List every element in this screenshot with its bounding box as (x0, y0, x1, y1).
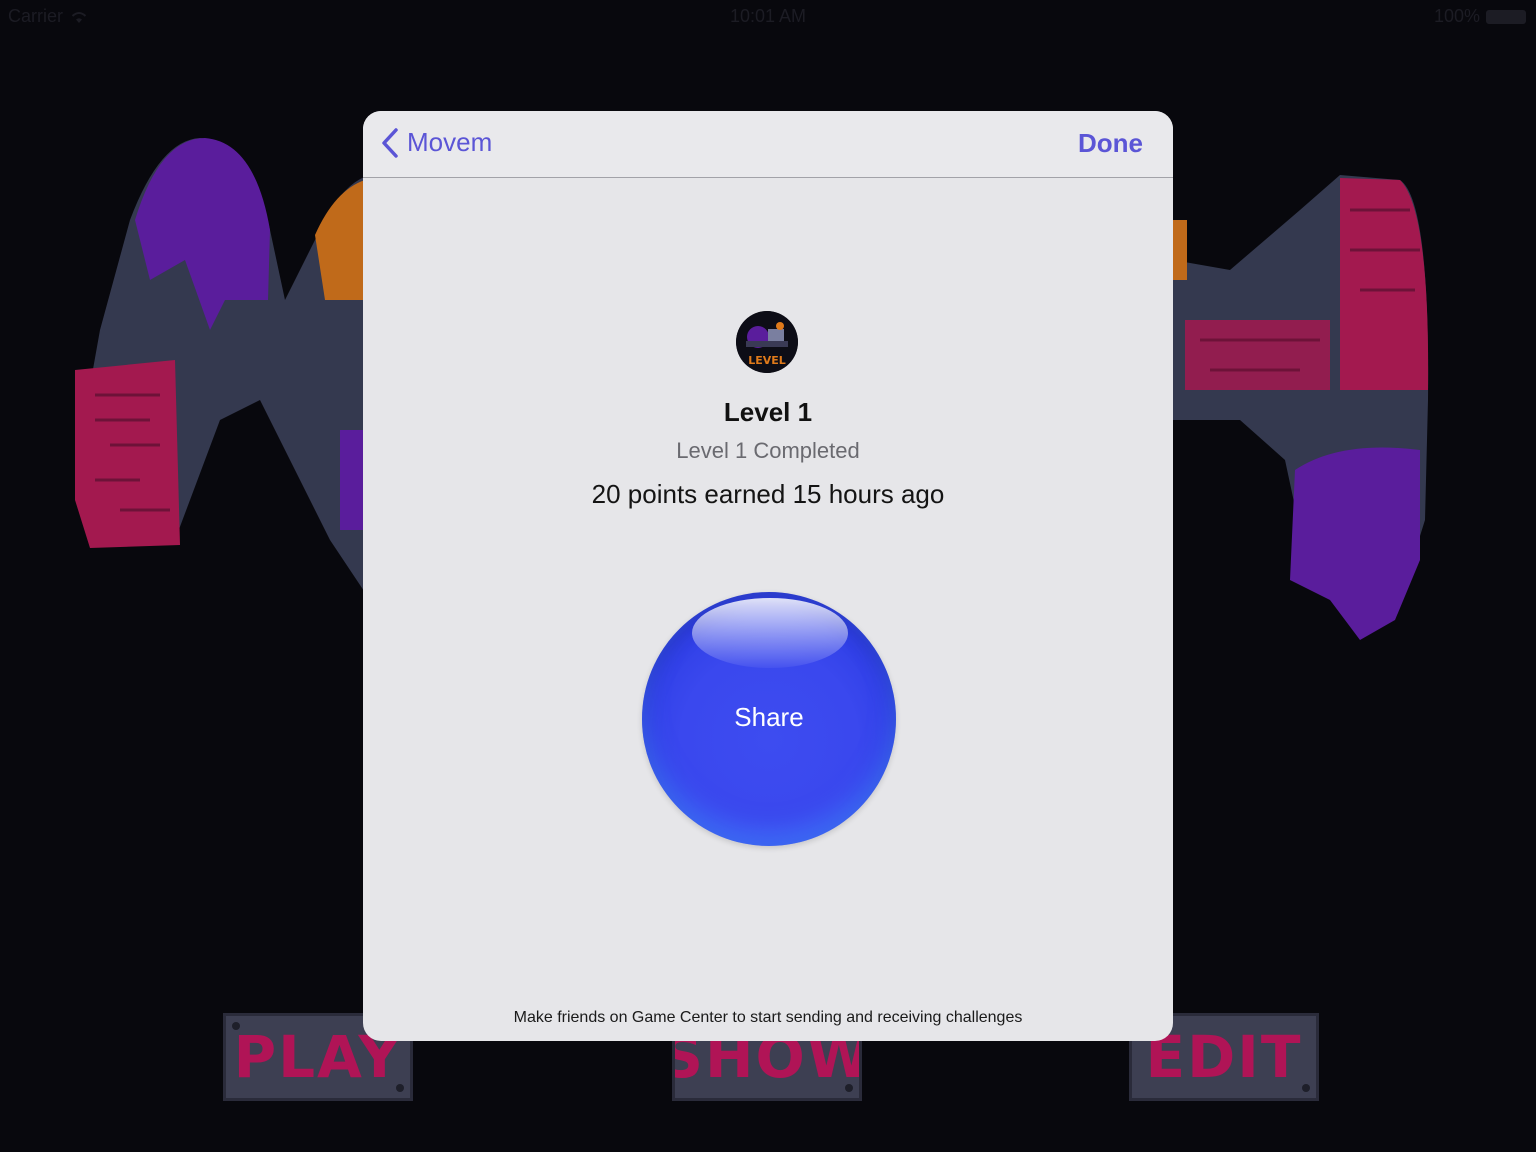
share-button-gloss (692, 598, 848, 668)
level-badge-text: LEVEL (748, 354, 786, 367)
done-button[interactable]: Done (1078, 128, 1143, 159)
share-button[interactable]: Share (642, 592, 896, 846)
achievement-title: Level 1 (723, 397, 813, 427)
left-m-art (75, 138, 370, 600)
right-m-art (1173, 175, 1429, 640)
achievement-points: 20 points earned 15 hours ago (591, 479, 945, 509)
achievement-description: Level 1 Completed (676, 438, 860, 463)
back-label: Movem (407, 127, 493, 157)
share-label: Share (734, 702, 804, 732)
challenge-note: Make friends on Game Center to start sen… (513, 1009, 1023, 1026)
nav-bar: Movem Done (363, 111, 1173, 178)
back-button[interactable]: Movem (381, 127, 492, 158)
chevron-left-icon (382, 127, 398, 158)
game-center-achievement-dialog: Movem Done LEVEL Level 1 Level 1 Complet… (363, 111, 1173, 1041)
level-badge-icon: LEVEL (736, 311, 798, 373)
